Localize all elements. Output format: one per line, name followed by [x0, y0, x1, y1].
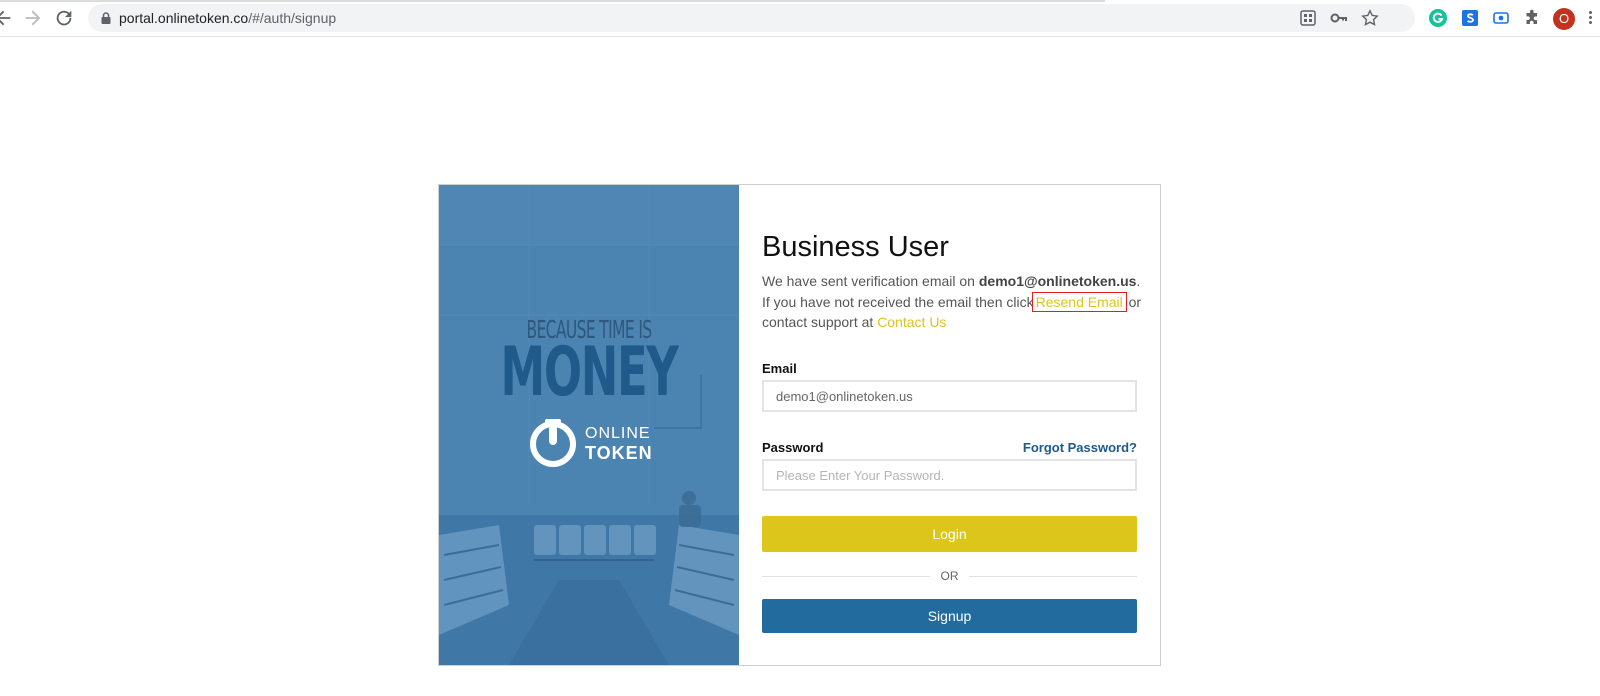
extensions-puzzle-icon[interactable]	[1522, 8, 1542, 28]
address-bar[interactable]: portal.onlinetoken.co/#/auth/signup	[88, 4, 1415, 32]
contact-us-link[interactable]: Contact Us	[877, 314, 946, 330]
bookmark-star-icon[interactable]	[1361, 9, 1379, 27]
hero-panel: BECAUSE TIME IS MONEY ONLINE TOKEN	[439, 185, 739, 665]
logo-text-online: ONLINE	[585, 425, 651, 442]
email-label: Email	[762, 361, 797, 376]
or-divider: OR	[762, 568, 1137, 584]
onlinetoken-logo-icon	[528, 417, 578, 467]
profile-avatar[interactable]: O	[1553, 8, 1575, 30]
message-prefix: We have sent verification email on	[762, 273, 979, 289]
s-extension-icon[interactable]	[1460, 8, 1480, 28]
url-path: /#/auth/signup	[248, 10, 337, 26]
verification-message: We have sent verification email on demo1…	[762, 271, 1142, 333]
tab-strip-edge	[0, 0, 1105, 2]
url-domain: portal.onlinetoken.co	[119, 10, 249, 26]
auth-card: BECAUSE TIME IS MONEY ONLINE TOKEN Busin…	[438, 184, 1161, 666]
forgot-password-link[interactable]: Forgot Password?	[1023, 440, 1137, 455]
logo-text-token: TOKEN	[585, 443, 653, 463]
browser-menu-icon[interactable]	[1585, 9, 1595, 29]
or-line-right	[969, 576, 1137, 577]
qr-code-icon[interactable]	[1299, 9, 1317, 27]
lock-icon[interactable]	[99, 11, 113, 25]
login-button[interactable]: Login	[762, 516, 1137, 552]
email-field[interactable]	[762, 380, 1137, 412]
key-icon[interactable]	[1330, 9, 1348, 27]
url-text[interactable]: portal.onlinetoken.co/#/auth/signup	[119, 10, 336, 26]
password-label: Password	[762, 440, 824, 455]
resend-email-link[interactable]: Resend Email	[1031, 291, 1127, 312]
hero-tagline-big: MONEY	[500, 333, 679, 412]
page-title: Business User	[762, 231, 949, 263]
message-email: demo1@onlinetoken.us	[978, 273, 1137, 289]
password-field[interactable]	[762, 459, 1137, 491]
grammarly-icon[interactable]	[1428, 8, 1448, 28]
forward-arrow-icon[interactable]	[22, 7, 44, 29]
back-arrow-icon[interactable]	[0, 7, 14, 29]
screen-record-icon[interactable]	[1491, 8, 1511, 28]
reload-icon[interactable]	[53, 7, 75, 29]
browser-toolbar: portal.onlinetoken.co/#/auth/signup O	[0, 0, 1600, 37]
signup-button[interactable]: Signup	[762, 599, 1137, 633]
